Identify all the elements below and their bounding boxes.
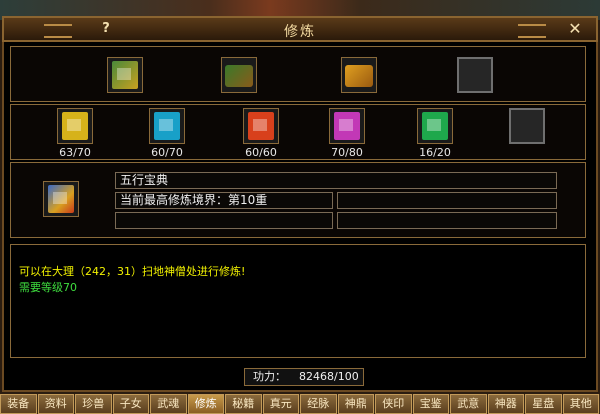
tab-children[interactable]: 子女 bbox=[112, 394, 149, 414]
book-slot-5[interactable] bbox=[417, 108, 453, 144]
tab-secret-books[interactable]: 秘籍 bbox=[225, 394, 262, 414]
tab-divine-weapon[interactable]: 神器 bbox=[487, 394, 524, 414]
tab-divine-cauldron[interactable]: 神鼎 bbox=[337, 394, 374, 414]
yellow-book-icon bbox=[62, 112, 88, 140]
tab-profile[interactable]: 资料 bbox=[37, 394, 74, 414]
title-bar[interactable]: ? 修炼 ✕ bbox=[2, 16, 598, 42]
blue-book-icon bbox=[154, 112, 180, 140]
book-green-gold-icon bbox=[112, 61, 138, 89]
tab-true-essence[interactable]: 真元 bbox=[262, 394, 299, 414]
empty-field-2 bbox=[115, 212, 333, 229]
power-label: 功力： bbox=[253, 370, 286, 383]
book-count-2: 60/70 bbox=[151, 146, 183, 159]
tab-equipment[interactable]: 装备 bbox=[0, 394, 37, 414]
realm-field: 当前最高修炼境界：第10重 bbox=[115, 192, 333, 209]
selected-item-slot[interactable] bbox=[43, 181, 79, 217]
empty-field-3 bbox=[337, 212, 557, 229]
requirement-text: 需要等级70 bbox=[19, 281, 77, 294]
empty-field-1 bbox=[337, 192, 557, 209]
book-count-4: 70/80 bbox=[331, 146, 363, 159]
detail-panel: 五行宝典 当前最高修炼境界：第10重 bbox=[10, 162, 586, 238]
books-panel: 63/70 60/70 60/60 70/80 16/20 bbox=[10, 104, 586, 160]
purple-book-icon bbox=[334, 112, 360, 140]
book-count-3: 60/60 bbox=[245, 146, 277, 159]
green-book-icon bbox=[422, 112, 448, 140]
tab-meridians[interactable]: 经脉 bbox=[300, 394, 337, 414]
book-slot-3[interactable] bbox=[243, 108, 279, 144]
power-value: 82468/100 bbox=[299, 370, 359, 383]
red-book-icon bbox=[248, 112, 274, 140]
location-text: 可以在大理（242，31）扫地神僧处进行修炼! bbox=[19, 265, 246, 278]
top-items-panel bbox=[10, 46, 586, 102]
top-slot-3[interactable] bbox=[341, 57, 377, 93]
power-display: 功力： 82468/100 bbox=[244, 368, 364, 386]
bottom-tab-bar: 装备 资料 珍兽 子女 武魂 修炼 秘籍 真元 经脉 神鼎 侠印 宝鉴 武意 神… bbox=[0, 394, 600, 414]
book-slot-4[interactable] bbox=[329, 108, 365, 144]
title-ornament-right bbox=[518, 24, 546, 38]
window-title: 修炼 bbox=[284, 24, 316, 40]
five-element-book-icon bbox=[48, 185, 74, 213]
top-slot-1[interactable] bbox=[107, 57, 143, 93]
close-button[interactable]: ✕ bbox=[566, 19, 584, 39]
top-slot-2[interactable] bbox=[221, 57, 257, 93]
tab-martial-intent[interactable]: 武意 bbox=[450, 394, 487, 414]
book-count-5: 16/20 bbox=[419, 146, 451, 159]
book-slot-6[interactable] bbox=[509, 108, 545, 144]
gold-chest-icon bbox=[345, 65, 373, 87]
item-name-field: 五行宝典 bbox=[115, 172, 557, 189]
info-box: 可以在大理（242，31）扫地神僧处进行修炼! 需要等级70 bbox=[10, 244, 586, 358]
top-slot-4[interactable] bbox=[457, 57, 493, 93]
tab-pets[interactable]: 珍兽 bbox=[75, 394, 112, 414]
tab-martial-soul[interactable]: 武魂 bbox=[150, 394, 187, 414]
tab-star-chart[interactable]: 星盘 bbox=[525, 394, 562, 414]
tab-hero-seal[interactable]: 侠印 bbox=[375, 394, 412, 414]
book-count-1: 63/70 bbox=[59, 146, 91, 159]
scroll-bundle-icon bbox=[225, 65, 253, 87]
tab-treasure-mirror[interactable]: 宝鉴 bbox=[412, 394, 449, 414]
book-slot-1[interactable] bbox=[57, 108, 93, 144]
book-slot-2[interactable] bbox=[149, 108, 185, 144]
tab-other[interactable]: 其他 bbox=[562, 394, 599, 414]
tab-cultivation[interactable]: 修炼 bbox=[187, 394, 224, 414]
